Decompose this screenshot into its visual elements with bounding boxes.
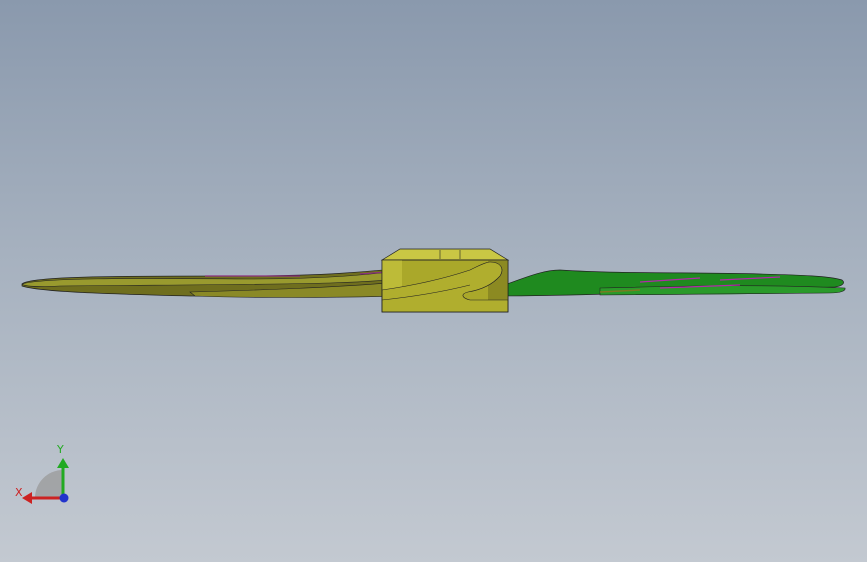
hub[interactable] bbox=[380, 248, 510, 313]
y-axis-label: Y bbox=[56, 443, 64, 456]
orientation-triad: Y X bbox=[15, 443, 69, 504]
right-blade[interactable] bbox=[489, 269, 846, 297]
graphics-viewport[interactable]: Y X bbox=[0, 0, 867, 562]
x-axis-label: X bbox=[15, 486, 23, 499]
triad-plane-icon bbox=[35, 470, 63, 498]
z-axis-dot-icon bbox=[59, 493, 69, 503]
propeller-model[interactable] bbox=[0, 0, 867, 562]
